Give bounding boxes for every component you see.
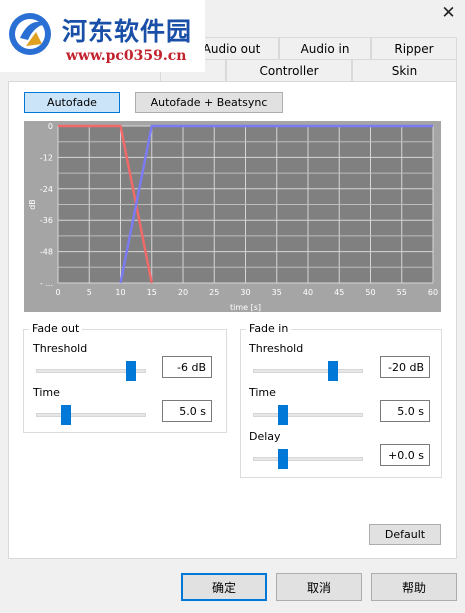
- fade-in-time-value: 5.0 s: [380, 400, 430, 422]
- close-icon[interactable]: ✕: [432, 0, 465, 26]
- fade-in-title: Fade in: [246, 322, 292, 335]
- chart-y-tick-label: -48: [40, 248, 53, 257]
- chart-y-tick-label: 0: [48, 122, 53, 131]
- watermark-title: 河东软件园: [62, 17, 193, 46]
- fade-out-time-label: Time: [33, 386, 60, 399]
- chart-x-tick-label: 40: [303, 288, 313, 297]
- fade-in-delay-track[interactable]: [253, 457, 363, 461]
- chart-x-tick-label: 25: [209, 288, 219, 297]
- fade-out-threshold-label: Threshold: [33, 342, 88, 355]
- tab-audio-in[interactable]: Audio in: [279, 37, 371, 59]
- chart-x-tick-label: 5: [87, 288, 92, 297]
- fade-out-title: Fade out: [29, 322, 83, 335]
- fade-in-time-slider[interactable]: [278, 405, 288, 425]
- watermark-logo-icon: [9, 13, 51, 55]
- help-button[interactable]: 帮助: [371, 573, 457, 601]
- chart-x-tick-label: 35: [272, 288, 282, 297]
- fade-in-delay-label: Delay: [249, 430, 281, 443]
- fade-in-threshold-track[interactable]: [253, 369, 363, 373]
- default-button[interactable]: Default: [369, 524, 441, 545]
- fade-out-time-slider[interactable]: [61, 405, 71, 425]
- autofade-button[interactable]: Autofade: [24, 92, 120, 113]
- chart-x-tick-label: 0: [55, 288, 60, 297]
- ok-button[interactable]: 确定: [181, 573, 267, 601]
- tab-skin[interactable]: Skin: [352, 59, 457, 81]
- fade-out-threshold-value: -6 dB: [162, 356, 212, 378]
- chart-x-tick-label: 55: [397, 288, 407, 297]
- chart-x-tick-label: 30: [240, 288, 250, 297]
- chart-x-tick-label: 10: [115, 288, 125, 297]
- fade-in-threshold-value: -20 dB: [380, 356, 430, 378]
- chart-x-tick-label: 45: [334, 288, 344, 297]
- tab-controller[interactable]: Controller: [226, 59, 352, 81]
- autofade-beatsync-button[interactable]: Autofade + Beatsync: [135, 92, 283, 113]
- chart-x-tick-label: 60: [428, 288, 438, 297]
- chart-x-axis-label: time [s]: [230, 303, 261, 312]
- tab-ripper[interactable]: Ripper: [371, 37, 457, 59]
- fade-in-threshold-label: Threshold: [249, 342, 304, 355]
- chart-x-tick-label: 15: [147, 288, 157, 297]
- chart-x-tick-label: 20: [178, 288, 188, 297]
- fade-in-time-track[interactable]: [253, 413, 363, 417]
- chart-y-tick-label: -24: [40, 185, 53, 194]
- fade-in-delay-value: +0.0 s: [380, 444, 430, 466]
- chart-y-tick-label: - ...: [40, 279, 53, 288]
- fade-in-threshold-slider[interactable]: [328, 361, 338, 381]
- fade-in-delay-slider[interactable]: [278, 449, 288, 469]
- fade-out-time-track[interactable]: [36, 413, 146, 417]
- fade-out-threshold-slider[interactable]: [126, 361, 136, 381]
- chart-y-tick-label: -12: [40, 153, 53, 162]
- fade-curve-chart: 0 5 10 15 20 25 30 35 40 45 50 55 60 0 -12 -24 -36 -48 - .…: [24, 121, 441, 312]
- watermark-url: www.pc0359.cn: [66, 48, 187, 64]
- chart-y-tick-label: -36: [40, 216, 53, 225]
- chart-x-tick-label: 50: [365, 288, 375, 297]
- fade-in-time-label: Time: [249, 386, 276, 399]
- fade-out-time-value: 5.0 s: [162, 400, 212, 422]
- watermark: 河东软件园 www.pc0359.cn: [0, 0, 205, 72]
- chart-y-axis-label: dB: [28, 199, 37, 210]
- cancel-button[interactable]: 取消: [276, 573, 362, 601]
